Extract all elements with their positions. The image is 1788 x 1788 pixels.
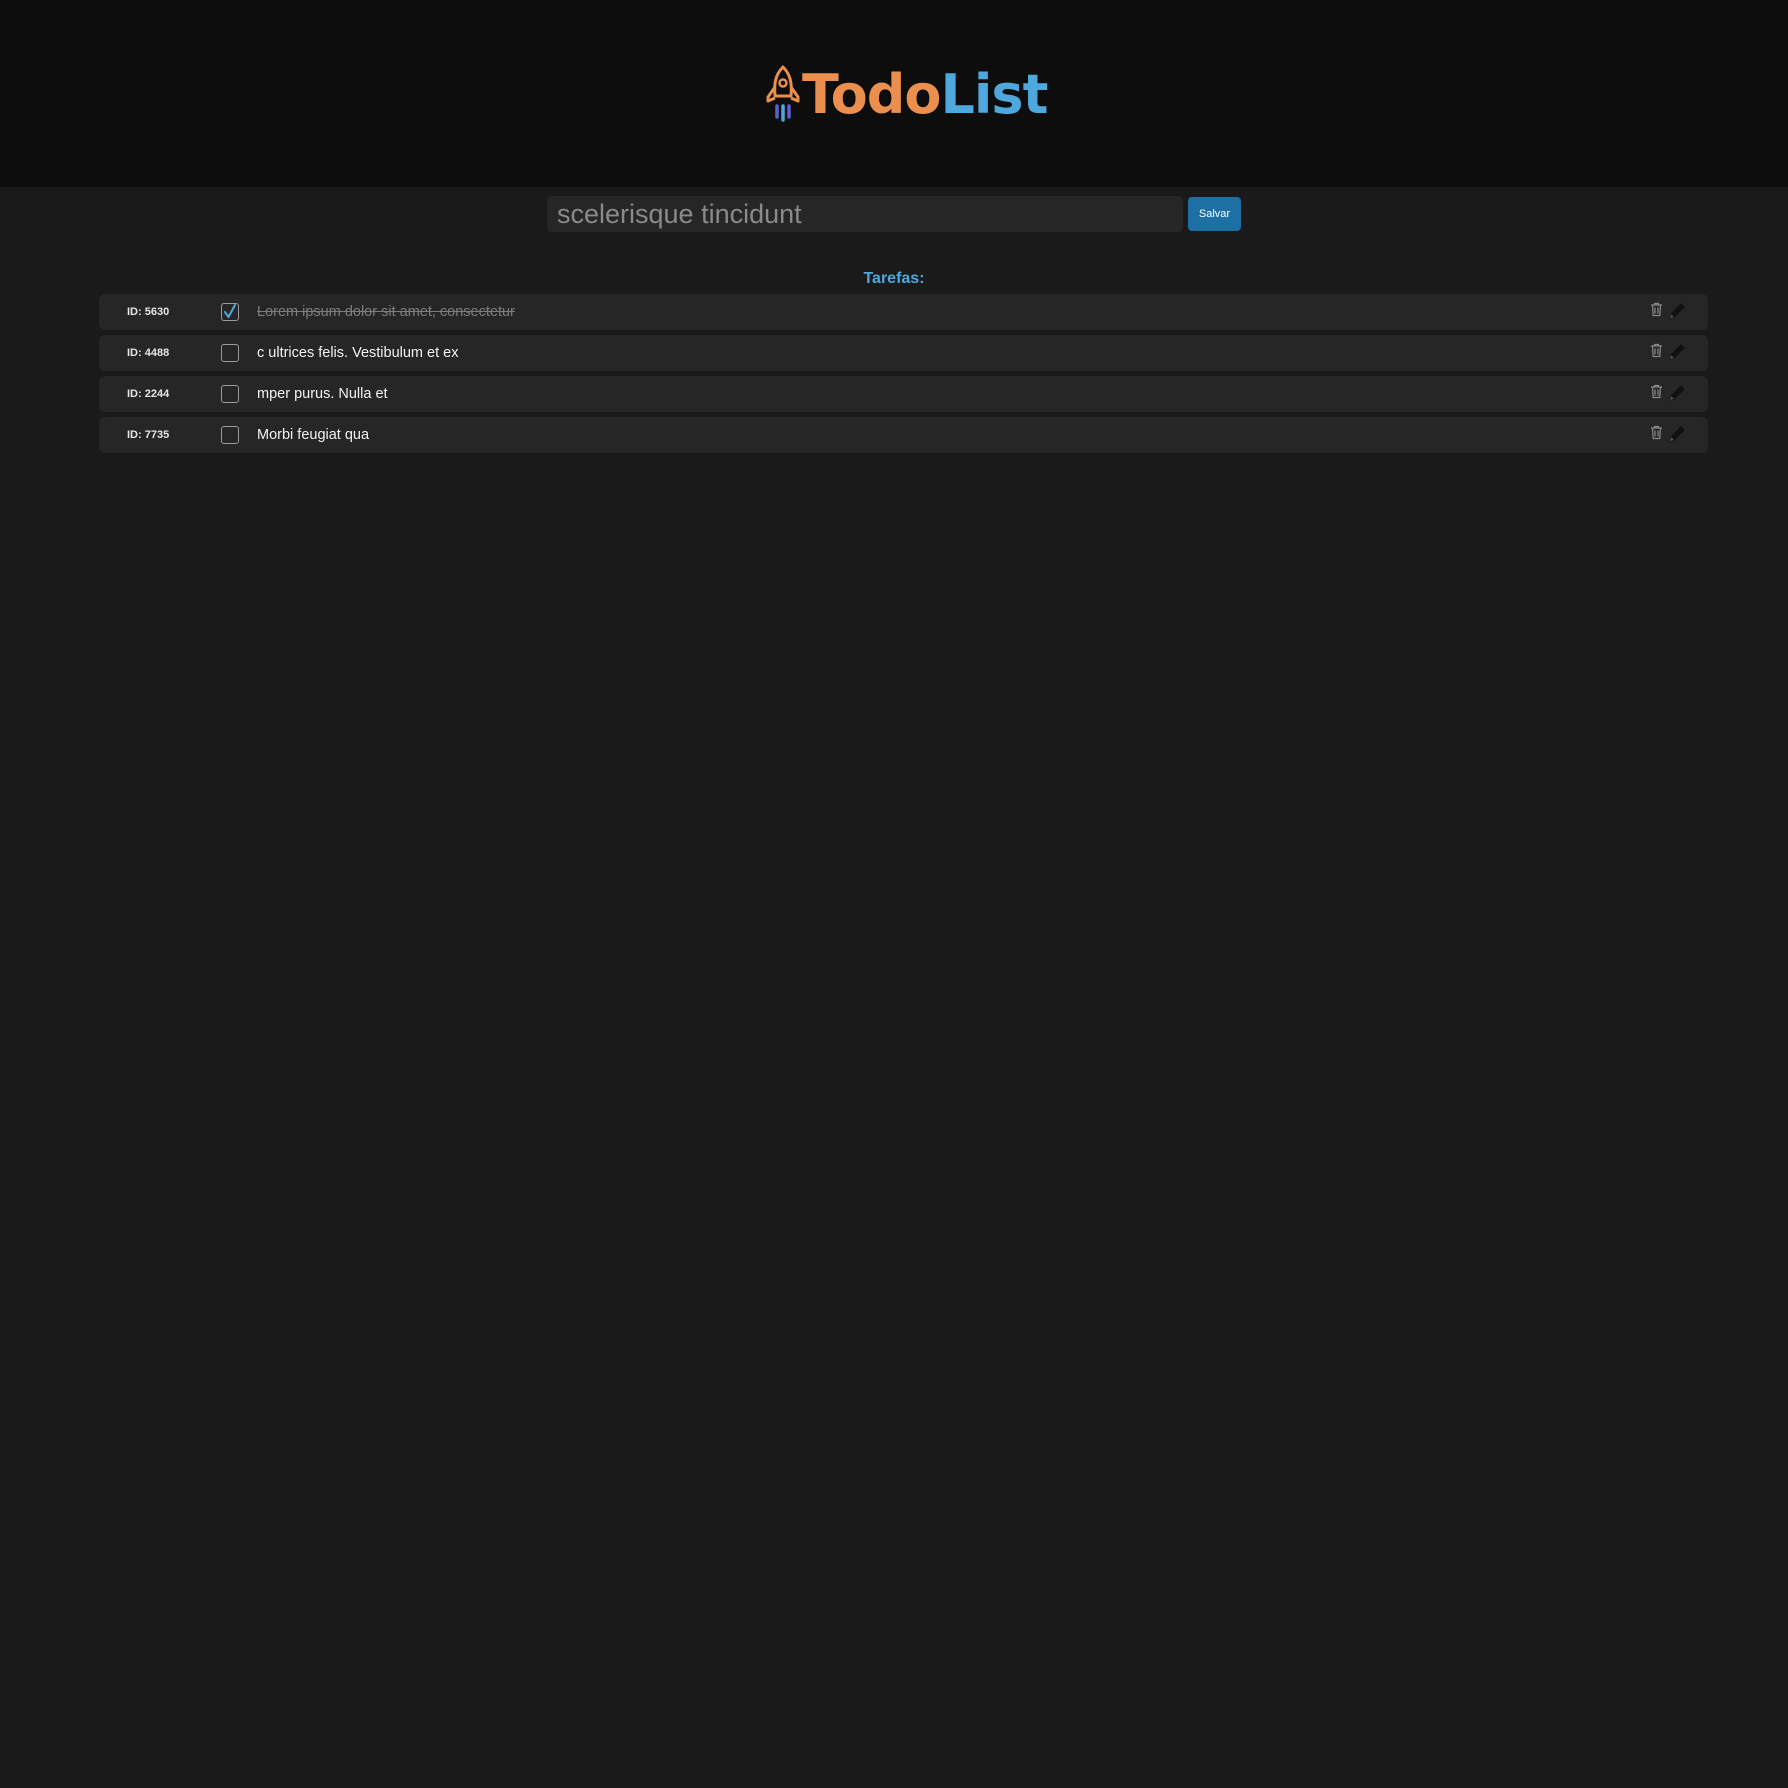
task-checkbox-checked[interactable] <box>221 303 239 321</box>
task-id: ID: 2244 <box>127 388 170 400</box>
task-text: mper purus. Nulla et <box>257 386 388 402</box>
task-row: ID: 2244 mper purus. Nulla et <box>99 376 1708 412</box>
save-button[interactable]: Salvar <box>1188 197 1241 231</box>
task-list: ID: 5630 Lorem ipsum dolor sit amet, con… <box>99 294 1708 458</box>
logo-text-todo: Todo <box>802 63 942 126</box>
task-id: ID: 4488 <box>127 347 170 359</box>
task-text: c ultrices felis. Vestibulum et ex <box>257 345 459 361</box>
task-text: Morbi feugiat qua <box>257 427 370 443</box>
pencil-icon[interactable] <box>1668 384 1686 407</box>
task-id: ID: 7735 <box>127 429 170 441</box>
tasks-heading: Tarefas: <box>863 270 925 287</box>
rocket-icon <box>766 65 800 122</box>
trash-icon[interactable] <box>1650 384 1663 404</box>
task-checkbox[interactable] <box>221 385 239 403</box>
trash-icon[interactable] <box>1650 425 1663 445</box>
task-text: Lorem ipsum dolor sit amet, consectetur <box>257 304 515 320</box>
logo-text: TodoList <box>802 60 1049 130</box>
task-id: ID: 5630 <box>127 306 170 318</box>
logo-text-list: List <box>940 63 1049 126</box>
app-header: TodoList <box>0 0 1788 187</box>
new-task-form: Salvar <box>547 196 1241 232</box>
task-row: ID: 4488 c ultrices felis. Vestibulum et… <box>99 335 1708 371</box>
check-icon <box>224 304 236 318</box>
pencil-icon[interactable] <box>1668 302 1686 325</box>
app-logo: TodoList <box>765 60 1049 130</box>
task-row: ID: 7735 Morbi feugiat qua <box>99 417 1708 453</box>
task-row: ID: 5630 Lorem ipsum dolor sit amet, con… <box>99 294 1708 330</box>
task-checkbox[interactable] <box>221 426 239 444</box>
pencil-icon[interactable] <box>1668 425 1686 448</box>
trash-icon[interactable] <box>1650 302 1663 322</box>
trash-icon[interactable] <box>1650 343 1663 363</box>
pencil-icon[interactable] <box>1668 343 1686 366</box>
task-checkbox[interactable] <box>221 344 239 362</box>
new-task-input[interactable] <box>547 196 1183 232</box>
